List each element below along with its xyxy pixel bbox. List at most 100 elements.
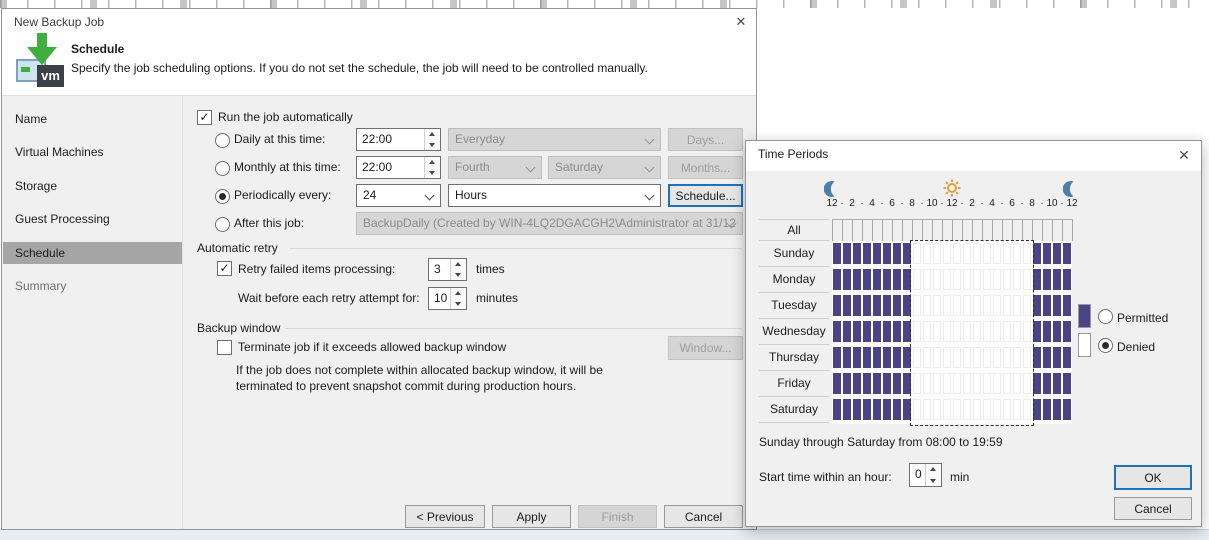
daily-time-input[interactable]: 22:00 [356,128,441,151]
grid-cell[interactable] [833,295,841,316]
grid-cell[interactable] [973,399,981,420]
grid-cell[interactable] [1053,243,1061,264]
grid-cell[interactable] [893,321,901,342]
run-automatically-checkbox[interactable]: ✓ [197,110,212,125]
grid-cell[interactable] [993,321,1001,342]
grid-cell[interactable] [853,295,861,316]
grid-cell[interactable] [1003,321,1011,342]
grid-cell[interactable] [1013,347,1021,368]
sidebar-item-schedule[interactable]: Schedule [3,242,182,264]
grid-cell[interactable] [943,347,951,368]
grid-cell[interactable] [1053,269,1061,290]
grid-cell[interactable] [923,243,931,264]
grid-cell[interactable] [863,321,871,342]
monthly-radio[interactable] [215,161,230,176]
ok-button[interactable]: OK [1114,465,1192,490]
grid-cell[interactable] [953,347,961,368]
grid-cell[interactable] [853,321,861,342]
grid-cell[interactable] [983,269,991,290]
grid-cell[interactable] [1043,373,1051,394]
grid-cell[interactable] [993,399,1001,420]
all-rows-button[interactable]: All [759,219,829,241]
grid-cell[interactable] [843,373,851,394]
grid-cell[interactable] [883,373,891,394]
grid-cell[interactable] [843,399,851,420]
grid-cell[interactable] [833,269,841,290]
grid-cell[interactable] [1003,295,1011,316]
grid-cell[interactable] [963,243,971,264]
grid-cell[interactable] [993,295,1001,316]
grid-cell[interactable] [863,373,871,394]
grid-cell[interactable] [973,269,981,290]
grid-cell[interactable] [1043,295,1051,316]
grid-cell[interactable] [1003,347,1011,368]
grid-cell[interactable] [1003,373,1011,394]
minutes-spinner[interactable] [925,464,941,486]
tp-cancel-button[interactable]: Cancel [1114,497,1192,520]
grid-cell[interactable] [913,399,921,420]
grid-cell[interactable] [1023,347,1031,368]
grid-cell[interactable] [933,269,941,290]
day-row-button[interactable]: Friday [759,371,829,397]
grid-cell[interactable] [863,269,871,290]
wait-minutes-input[interactable]: 10 [428,287,467,310]
grid-cell[interactable] [1033,269,1041,290]
grid-cell[interactable] [843,347,851,368]
grid-cell[interactable] [943,269,951,290]
grid-cell[interactable] [943,373,951,394]
close-icon[interactable]: ✕ [1173,146,1195,165]
grid-cell[interactable] [1033,295,1041,316]
grid-cell[interactable] [873,269,881,290]
grid-cell[interactable] [1023,373,1031,394]
grid-cell[interactable] [843,269,851,290]
start-time-input[interactable]: 0 [909,463,942,487]
grid-cell[interactable] [1013,321,1021,342]
grid-cell[interactable] [863,243,871,264]
cancel-button[interactable]: Cancel [664,505,743,528]
grid-cell[interactable] [1013,295,1021,316]
grid-cell[interactable] [943,243,951,264]
grid-cell[interactable] [923,269,931,290]
grid-cell[interactable] [863,295,871,316]
grid-cell[interactable] [953,373,961,394]
grid-cell[interactable] [993,243,1001,264]
grid-cell[interactable] [873,347,881,368]
grid-cell[interactable] [983,399,991,420]
denied-radio[interactable] [1098,338,1113,353]
grid-cell[interactable] [833,373,841,394]
grid-cell[interactable] [893,399,901,420]
grid-cell[interactable] [1053,321,1061,342]
day-row-button[interactable]: Wednesday [759,319,829,345]
grid-cell[interactable] [993,373,1001,394]
grid-cell[interactable] [1013,243,1021,264]
grid-cell[interactable] [973,373,981,394]
grid-cell[interactable] [1013,373,1021,394]
grid-cell[interactable] [1013,269,1021,290]
grid-cell[interactable] [1033,399,1041,420]
grid-cell[interactable] [873,243,881,264]
grid-cell[interactable] [893,295,901,316]
grid-cell[interactable] [1023,295,1031,316]
grid-cell[interactable] [933,399,941,420]
count-spinner[interactable] [450,259,466,280]
grid-cell[interactable] [983,347,991,368]
day-row-button[interactable]: Sunday [759,241,829,267]
permitted-radio[interactable] [1098,309,1113,324]
sidebar-item-name[interactable]: Name [3,108,182,130]
grid-cell[interactable] [903,269,911,290]
grid-cell[interactable] [1033,243,1041,264]
grid-cell[interactable] [863,347,871,368]
grid-cell[interactable] [913,347,921,368]
sidebar-item-virtual-machines[interactable]: Virtual Machines [3,141,182,163]
grid-cell[interactable] [903,295,911,316]
grid-cell[interactable] [1023,321,1031,342]
time-spinner[interactable] [424,129,440,150]
grid-cell[interactable] [883,269,891,290]
terminate-checkbox[interactable] [217,340,232,355]
sidebar-item-guest-processing[interactable]: Guest Processing [3,208,182,230]
grid-cell[interactable] [1013,399,1021,420]
grid-cell[interactable] [923,295,931,316]
day-row-button[interactable]: Saturday [759,397,829,423]
grid-cell[interactable] [903,347,911,368]
retry-checkbox[interactable]: ✓ [217,261,232,276]
